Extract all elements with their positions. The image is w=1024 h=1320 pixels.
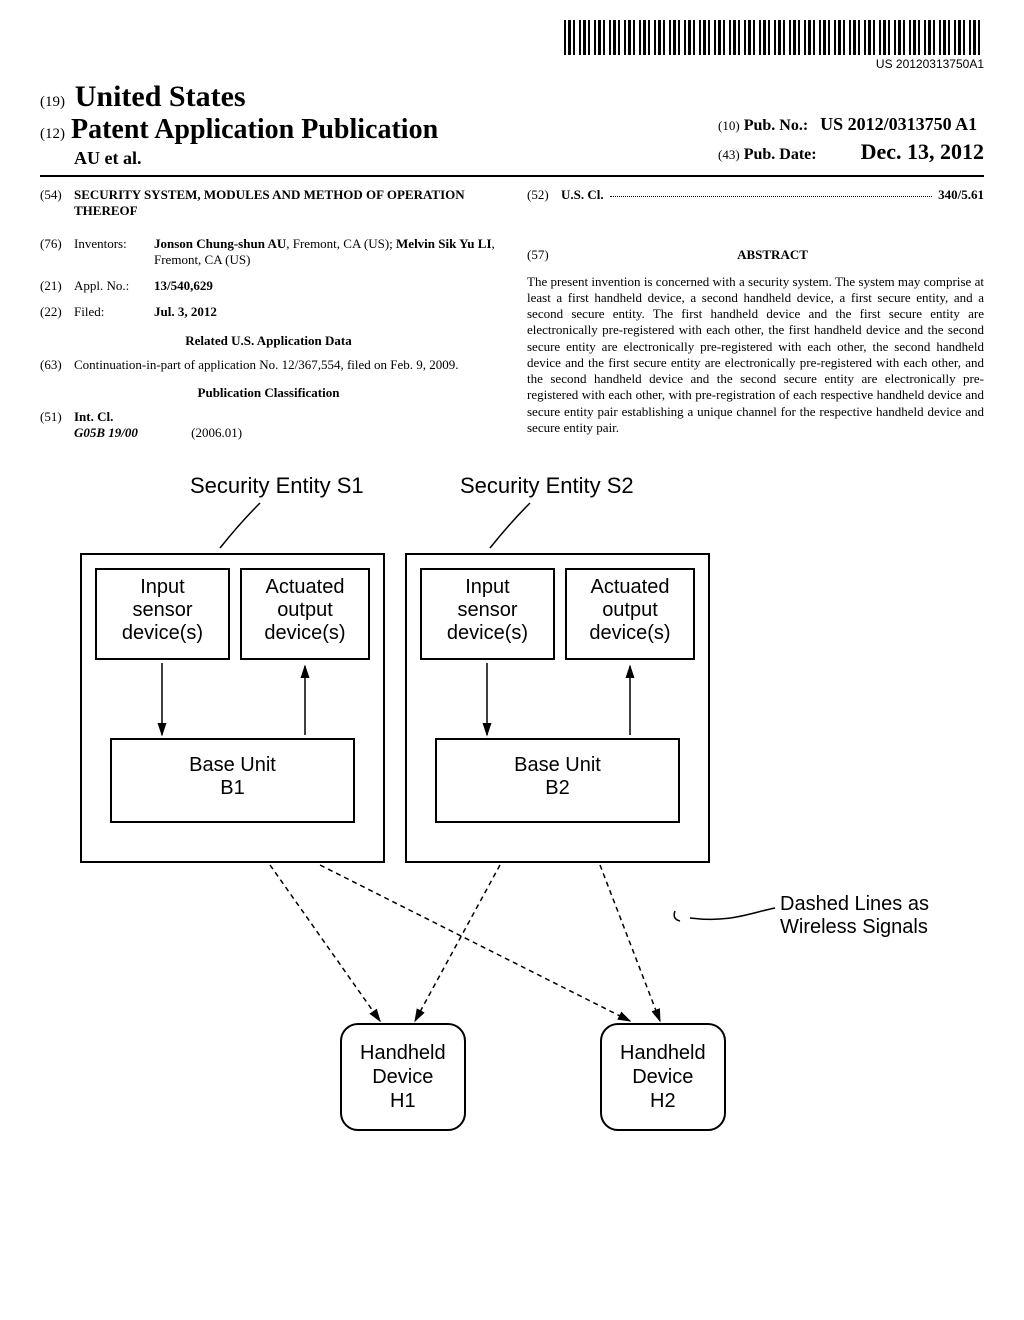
bib-left-column: (54) SECURITY SYSTEM, MODULES AND METHOD… — [40, 187, 497, 443]
bibliographic-section: (54) SECURITY SYSTEM, MODULES AND METHOD… — [40, 187, 984, 443]
field-10-num: (10) — [718, 118, 740, 133]
s2-input-sensor-box: Input sensor device(s) — [420, 568, 555, 660]
publication-type: Patent Application Publication — [71, 114, 438, 145]
wireless-signals-label: Dashed Lines as Wireless Signals — [780, 893, 929, 939]
entity-s2-label: Security Entity S2 — [460, 473, 634, 499]
field-54: (54) SECURITY SYSTEM, MODULES AND METHOD… — [40, 187, 497, 220]
field-22: (22) Filed: Jul. 3, 2012 — [40, 304, 497, 320]
country-name: United States — [75, 80, 246, 113]
intcl-label: Int. Cl. — [74, 409, 497, 425]
field-52: (52) U.S. Cl. 340/5.61 — [527, 187, 984, 203]
bib-right-column: (52) U.S. Cl. 340/5.61 (57) ABSTRACT The… — [527, 187, 984, 443]
pubdate-value: Dec. 13, 2012 — [861, 139, 984, 164]
field-12-num: (12) — [40, 126, 65, 142]
related-app-heading: Related U.S. Application Data — [40, 333, 497, 349]
barcode-number: US 20120313750A1 — [564, 57, 984, 71]
dotted-leader — [610, 187, 933, 197]
s2-base-unit-box: Base Unit B2 — [435, 738, 680, 823]
uscl-label: U.S. Cl. — [561, 187, 604, 203]
continuation-text: Continuation-in-part of application No. … — [74, 357, 497, 373]
inventors-value: Jonson Chung-shun AU, Fremont, CA (US); … — [154, 236, 497, 269]
intcl-code: G05B 19/00 — [74, 425, 138, 440]
author-line: AU et al. — [74, 148, 438, 169]
filed-value: Jul. 3, 2012 — [154, 304, 497, 320]
field-63: (63) Continuation-in-part of application… — [40, 357, 497, 373]
field-21: (21) Appl. No.: 13/540,629 — [40, 278, 497, 294]
abstract-text: The present invention is concerned with … — [527, 274, 984, 437]
appl-no-value: 13/540,629 — [154, 278, 497, 294]
pub-classification-heading: Publication Classification — [40, 385, 497, 401]
document-header: (19) United States (12) Patent Applicatio… — [40, 80, 984, 169]
handheld-h2-box: Handheld Device H2 — [600, 1023, 726, 1131]
s2-actuated-output-box: Actuated output device(s) — [565, 568, 695, 660]
invention-title: SECURITY SYSTEM, MODULES AND METHOD OF O… — [74, 187, 497, 220]
s1-actuated-output-box: Actuated output device(s) — [240, 568, 370, 660]
abstract-heading: ABSTRACT — [561, 247, 984, 263]
barcode-region: US 20120313750A1 — [564, 20, 984, 71]
patent-figure: Security Entity S1 Security Entity S2 In… — [40, 473, 984, 1173]
uscl-value: 340/5.61 — [938, 187, 984, 203]
intcl-edition: (2006.01) — [191, 425, 242, 440]
header-divider — [40, 175, 984, 177]
pubdate-label: Pub. Date: — [744, 146, 817, 163]
entity-s1-label: Security Entity S1 — [190, 473, 364, 499]
s1-input-sensor-box: Input sensor device(s) — [95, 568, 230, 660]
handheld-h1-box: Handheld Device H1 — [340, 1023, 466, 1131]
barcode-graphic — [564, 20, 984, 55]
pubno-value: US 2012/0313750 A1 — [820, 114, 977, 134]
field-43-num: (43) — [718, 147, 740, 162]
pubno-label: Pub. No.: — [744, 117, 808, 134]
field-57: (57) ABSTRACT — [527, 247, 984, 269]
field-76: (76) Inventors: Jonson Chung-shun AU, Fr… — [40, 236, 497, 269]
s1-base-unit-box: Base Unit B1 — [110, 738, 355, 823]
field-19-num: (19) — [40, 94, 65, 110]
field-51: (51) Int. Cl. G05B 19/00 (2006.01) — [40, 409, 497, 442]
